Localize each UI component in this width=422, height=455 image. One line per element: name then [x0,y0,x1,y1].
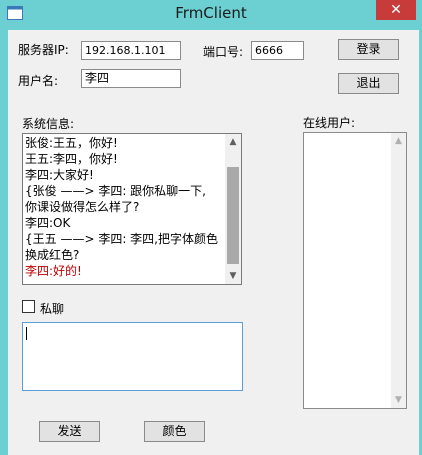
port-input[interactable]: 6666 [251,41,304,60]
username-label: 用户名: [18,74,59,88]
window-title: FrmClient [175,4,247,22]
private-chat-checkbox[interactable] [22,300,35,313]
close-icon: ✕ [390,2,402,18]
system-info-line: {王五 ——> 李四: 李四,把字体颜色 [25,232,218,246]
system-info-lines: 张俊:王五，你好! 王五:李四，你好! 李四:大家好! {张俊 ——> 李四: 跟你私… [25,135,224,279]
exit-button[interactable]: 退出 [338,73,399,94]
text-caret [26,327,27,340]
server-ip-input[interactable]: 192.168.1.101 [81,41,181,60]
system-info-line: 王五:李四，你好! [25,152,118,166]
app-window: FrmClient ✕ 服务器IP: 192.168.1.101 端口号: 66… [0,0,422,455]
online-users-label: 在线用户: [303,116,356,130]
form-client-area: 服务器IP: 192.168.1.101 端口号: 6666 登录 用户名: 李… [8,30,419,455]
online-users-list[interactable]: ▲ ▼ [303,132,407,409]
scroll-thumb[interactable] [227,167,239,264]
system-info-line: 李四:大家好! [25,168,94,182]
system-info-line: 李四:好的! [25,264,82,278]
system-info-box[interactable]: 张俊:王五，你好! 王五:李四，你好! 李四:大家好! {张俊 ——> 李四: 跟你私… [22,133,242,285]
system-info-line: {张俊 ——> 李四: 跟你私聊一下, [25,184,206,198]
system-info-line: 你课设做得怎么样了? [25,200,140,214]
private-chat-label: 私聊 [40,302,65,316]
users-scroll-down-icon[interactable]: ▼ [391,392,406,408]
system-info-line: 换成红色? [25,248,80,262]
users-scroll-up-icon[interactable]: ▲ [391,133,406,149]
send-button[interactable]: 发送 [39,421,100,442]
username-input[interactable]: 李四 [81,69,181,88]
scroll-up-icon[interactable]: ▲ [225,134,241,150]
close-button[interactable]: ✕ [376,0,416,20]
color-button[interactable]: 颜色 [144,421,205,442]
system-info-line: 张俊:王五，你好! [25,136,118,150]
system-info-scrollbar[interactable]: ▲ ▼ [225,134,241,284]
system-info-line: 李四:OK [25,216,71,230]
scroll-down-icon[interactable]: ▼ [225,268,241,284]
login-button[interactable]: 登录 [338,39,399,60]
server-ip-label: 服务器IP: [18,43,69,57]
message-input[interactable] [22,322,243,391]
online-users-scrollbar[interactable]: ▲ ▼ [391,133,406,408]
system-info-label: 系统信息: [22,117,75,131]
port-label: 端口号: [203,45,244,59]
title-bar[interactable]: FrmClient ✕ [0,0,422,28]
